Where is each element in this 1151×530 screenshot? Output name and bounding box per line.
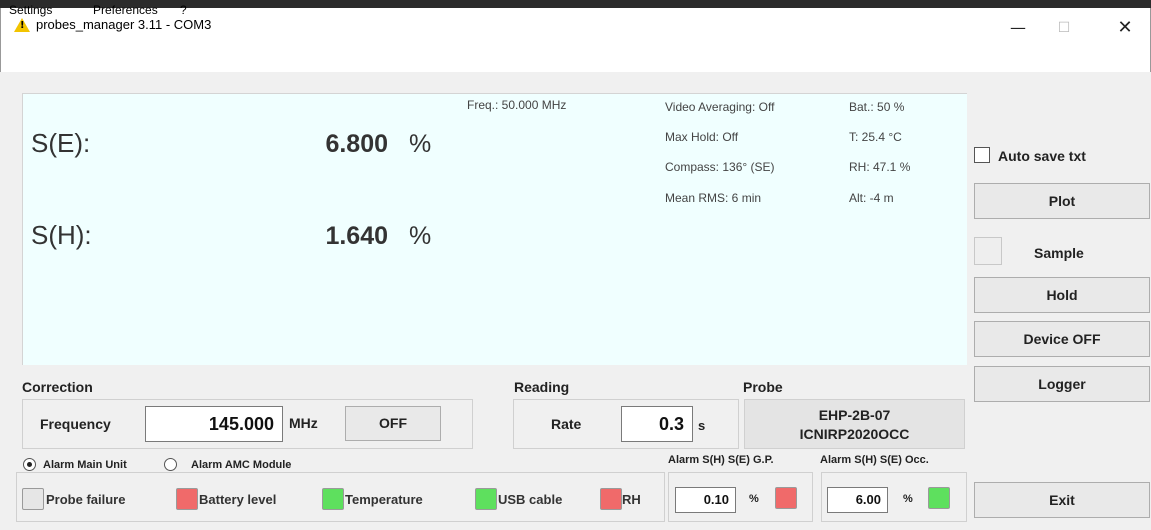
rate-input[interactable]: 0.3	[621, 406, 693, 442]
plot-button[interactable]: Plot	[974, 183, 1150, 219]
auto-save-label: Auto save txt	[998, 148, 1086, 164]
alarm-main-unit-radio[interactable]	[23, 458, 36, 471]
usb-cable-label: USB cable	[498, 492, 563, 507]
probe-standard: ICNIRP2020OCC	[799, 426, 910, 442]
maximize-button[interactable]: ☐	[1041, 8, 1087, 50]
altitude-readout: Alt: -4 m	[849, 191, 894, 205]
correction-off-button[interactable]: OFF	[345, 406, 441, 441]
window-title: probes_manager 3.11 - COM3	[36, 17, 212, 32]
alarm-main-unit-label: Alarm Main Unit	[43, 459, 127, 471]
battery-level-label: Battery level	[199, 492, 277, 507]
window-top-strip	[0, 0, 1151, 8]
rate-unit: s	[698, 418, 706, 433]
battery-readout: Bat.: 50 %	[849, 100, 905, 114]
device-off-button[interactable]: Device OFF	[974, 321, 1150, 357]
alarm-gp-unit: %	[749, 493, 759, 505]
frequency-unit: MHz	[289, 415, 318, 431]
hold-button[interactable]: Hold	[974, 277, 1150, 313]
frequency-readout: Freq.: 50.000 MHz	[467, 98, 567, 112]
mean-rms-readout: Mean RMS: 6 min	[665, 191, 762, 205]
probe-title: Probe	[743, 379, 783, 395]
alarm-occ-indicator	[928, 487, 950, 509]
alarm-gp-indicator	[775, 487, 797, 509]
logger-button[interactable]: Logger	[974, 366, 1150, 402]
temperature-readout: T: 25.4 °C	[849, 130, 902, 144]
menu-help[interactable]: ?	[180, 3, 187, 17]
frequency-input[interactable]: 145.000	[145, 406, 283, 442]
temperature-indicator	[322, 488, 344, 510]
alarm-occ-title: Alarm S(H) S(E) Occ.	[820, 454, 929, 466]
temperature-label: Temperature	[345, 492, 423, 507]
sh-value: 1.640	[325, 222, 388, 250]
menu-settings[interactable]: Settings	[9, 3, 52, 17]
correction-title: Correction	[22, 379, 93, 395]
sh-unit: %	[409, 222, 432, 250]
humidity-readout: RH: 47.1 %	[849, 160, 911, 174]
rh-label: RH	[622, 492, 641, 507]
probe-failure-label: Probe failure	[46, 492, 126, 507]
close-button[interactable]: ✕	[1102, 8, 1148, 50]
se-unit: %	[409, 130, 432, 158]
minimize-button[interactable]: —	[995, 8, 1041, 50]
reading-title: Reading	[514, 379, 570, 395]
usb-cable-indicator	[475, 488, 497, 510]
menu-bar	[0, 50, 1151, 72]
se-label: S(E):	[31, 128, 91, 158]
se-value: 6.800	[325, 130, 388, 158]
auto-save-checkbox[interactable]	[974, 147, 990, 163]
alarm-amc-module-label: Alarm AMC Module	[191, 459, 292, 471]
rh-indicator	[600, 488, 622, 510]
alarm-occ-input[interactable]: 6.00	[827, 487, 888, 513]
menu-preferences[interactable]: Preferences	[93, 3, 158, 17]
readings-panel	[22, 93, 967, 365]
probe-failure-indicator	[22, 488, 44, 510]
exit-button[interactable]: Exit	[974, 482, 1150, 518]
video-averaging-readout: Video Averaging: Off	[665, 100, 775, 114]
sample-checkbox[interactable]	[974, 237, 1002, 265]
sample-label: Sample	[1034, 245, 1084, 261]
max-hold-readout: Max Hold: Off	[665, 130, 739, 144]
sh-label: S(H):	[31, 220, 92, 250]
compass-readout: Compass: 136° (SE)	[665, 160, 775, 174]
alarm-gp-title: Alarm S(H) S(E) G.P.	[668, 454, 774, 466]
alarm-occ-unit: %	[903, 493, 913, 505]
probe-model: EHP-2B-07	[818, 407, 891, 423]
warning-icon	[14, 18, 30, 32]
rate-label: Rate	[551, 416, 582, 432]
alarm-gp-input[interactable]: 0.10	[675, 487, 736, 513]
alarm-amc-module-radio[interactable]	[164, 458, 177, 471]
battery-level-indicator	[176, 488, 198, 510]
frequency-label: Frequency	[40, 416, 111, 432]
